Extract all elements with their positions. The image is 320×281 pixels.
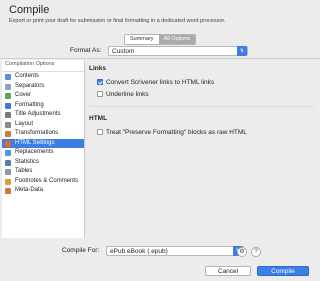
chevron-updown-icon: ⇅ [237, 46, 247, 56]
tables-icon [5, 169, 11, 175]
sidebar-item-label: HTML Settings [15, 139, 55, 146]
window-subtitle: Export or print your draft for submissio… [9, 18, 226, 24]
options-pane: Links Convert Scrivener links to HTML li… [86, 60, 318, 238]
sidebar-item-transformations[interactable]: Transformations [2, 129, 84, 139]
compilation-options-sidebar: Compilation Options Contents Separators Co… [2, 60, 85, 238]
sidebar-header: Compilation Options [2, 60, 84, 72]
sidebar-item-cover[interactable]: Cover [2, 91, 84, 101]
checkbox-icon[interactable] [97, 129, 103, 135]
section-divider [89, 106, 315, 107]
title-adjustments-icon [5, 112, 11, 118]
sidebar-item-label: Formatting [15, 101, 44, 108]
statistics-icon [5, 159, 11, 166]
sidebar-item-meta-data[interactable]: Meta-Data [2, 186, 84, 196]
footnotes-icon [5, 178, 11, 185]
option-label: Underline links [106, 91, 149, 98]
sidebar-item-label: Meta-Data [15, 187, 44, 193]
contents-icon [5, 74, 11, 80]
meta-data-icon [5, 188, 11, 194]
divider [0, 58, 320, 59]
checkbox-checked-icon[interactable] [97, 79, 103, 85]
help-icon[interactable]: ? [251, 247, 261, 257]
tab-all-options[interactable]: All Options [158, 35, 196, 44]
footer-bar: Compile For: ePub eBook (.epub) ⇅ ⚙ ? Ca… [0, 240, 320, 281]
sidebar-item-footnotes[interactable]: Footnotes & Comments [2, 177, 84, 187]
window-title: Compile [9, 4, 50, 16]
sidebar-item-label: Tables [15, 168, 33, 174]
layout-icon [5, 121, 11, 128]
sidebar-item-label: Replacements [15, 149, 54, 155]
sidebar-item-replacements[interactable]: Replacements [2, 148, 84, 158]
html-settings-icon [5, 140, 11, 147]
sidebar-item-label: Layout [15, 120, 34, 127]
convert-links-option[interactable]: Convert Scrivener links to HTML links [97, 79, 214, 86]
option-label: Convert Scrivener links to HTML links [106, 79, 215, 86]
cancel-button[interactable]: Cancel [205, 266, 251, 276]
sidebar-item-label: Title Adjustments [15, 111, 61, 117]
sidebar-item-contents[interactable]: Contents [2, 72, 84, 82]
sidebar-item-title-adjustments[interactable]: Title Adjustments [2, 110, 84, 120]
sidebar-item-label: Statistics [15, 158, 40, 165]
transformations-icon [5, 131, 11, 137]
sidebar-item-label: Cover [15, 92, 32, 98]
title-bar: Compile Export or print your draft for s… [0, 0, 320, 31]
underline-links-option[interactable]: Underline links [97, 91, 149, 98]
sidebar-item-statistics[interactable]: Statistics [2, 158, 84, 168]
replacements-icon [5, 150, 11, 156]
sidebar-item-html-settings[interactable]: HTML Settings [2, 138, 84, 148]
checkbox-icon[interactable] [97, 91, 103, 97]
compile-button[interactable]: Compile [257, 266, 309, 276]
format-label: Format As: [70, 47, 102, 54]
sidebar-item-label: Footnotes & Comments [15, 177, 79, 184]
tab-summary[interactable]: Summary [125, 35, 159, 44]
format-value: Custom [112, 48, 135, 55]
option-label: Treat "Preserve Formatting" blocks as ra… [106, 129, 247, 136]
compile-for-value: ePub eBook (.epub) [110, 248, 168, 255]
sidebar-item-layout[interactable]: Layout [2, 120, 84, 130]
compile-for-select[interactable]: ePub eBook (.epub) ⇅ [106, 246, 244, 256]
formatting-icon [5, 102, 11, 109]
raw-html-option[interactable]: Treat "Preserve Formatting" blocks as ra… [97, 129, 247, 136]
sidebar-item-label: Transformations [15, 130, 59, 136]
links-section-title: Links [89, 65, 106, 72]
separators-icon [5, 83, 11, 90]
cover-icon [5, 93, 11, 99]
sidebar-item-formatting[interactable]: Formatting [2, 101, 84, 111]
format-select[interactable]: Custom ⇅ [108, 46, 248, 56]
html-section-title: HTML [89, 115, 108, 122]
settings-gear-icon[interactable]: ⚙ [237, 247, 247, 257]
compile-for-label: Compile For: [62, 247, 100, 254]
sidebar-item-label: Contents [15, 73, 40, 79]
format-row: Format As: Custom ⇅ [0, 45, 320, 57]
sidebar-item-separators[interactable]: Separators [2, 82, 84, 92]
sidebar-item-label: Separators [15, 82, 45, 89]
view-tabs: Summary All Options [124, 34, 197, 45]
sidebar-item-tables[interactable]: Tables [2, 167, 84, 177]
